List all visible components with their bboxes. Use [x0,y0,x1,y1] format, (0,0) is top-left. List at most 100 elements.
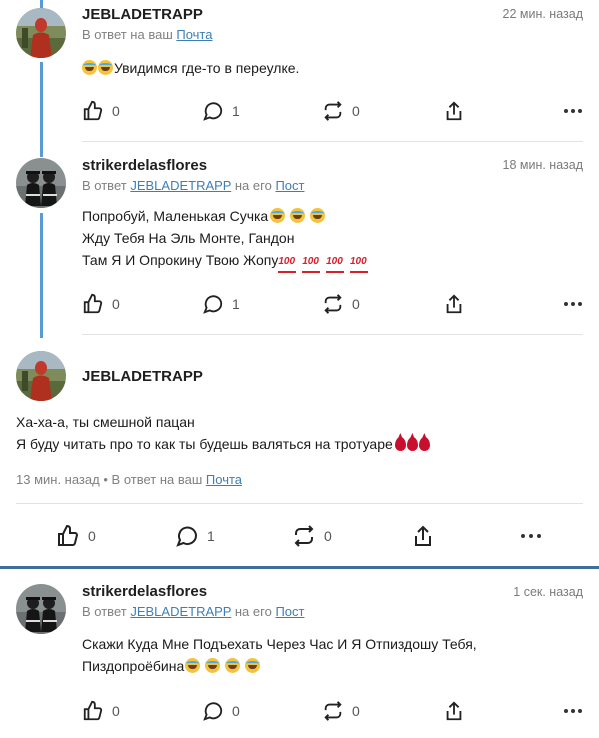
thread-line [40,213,43,338]
avatar[interactable] [16,158,66,208]
post-body: Попробуй, Маленькая Сучка Жду Тебя На Эл… [82,205,370,273]
post-line: Жду Тебя На Эль Монте, Гандон [82,230,295,246]
reply-prefix: В ответ на ваш [82,27,173,42]
post-line: Скажи Куда Мне Подъехать Через Час И Я О… [82,636,477,652]
like-button[interactable]: 0 [82,293,120,315]
repost-button[interactable]: 0 [322,100,360,122]
share-icon [415,525,431,546]
reply-prefix: В ответ [82,178,127,193]
post-actions: 0 0 0 [82,700,583,724]
laughing-crying-emoji [98,60,113,75]
reply-link[interactable]: Пост [275,604,304,619]
hundred-emoji: 100 [302,257,321,273]
avatar[interactable] [16,8,66,58]
comment-button[interactable]: 1 [175,524,215,548]
laughing-crying-emoji [82,60,97,75]
repost-button[interactable]: 0 [322,293,360,315]
avatar[interactable] [16,584,66,634]
laughing-crying-emoji [310,208,325,223]
like-count: 0 [88,528,96,544]
share-icon [446,701,462,721]
post-username[interactable]: JEBLADETRAPP [82,6,203,23]
share-button[interactable] [443,293,465,315]
more-icon [564,709,582,713]
comment-count: 1 [232,296,240,312]
comment-icon [203,102,223,121]
like-count: 0 [112,103,120,119]
reply-link[interactable]: Почта [206,472,242,487]
repost-icon [294,525,314,547]
more-button[interactable] [563,700,583,722]
post-username[interactable]: strikerdelasflores [82,157,207,174]
like-icon [58,524,79,546]
share-icon [446,101,462,121]
like-button[interactable]: 0 [82,100,120,122]
post-line: Я буду читать про то как ты будешь валят… [16,436,393,452]
post-line: Пиздопроёбина [82,658,185,674]
post-line: Ха-ха-а, ты смешной пацан [16,414,195,430]
laughing-crying-emoji [244,658,260,673]
like-count: 0 [112,703,120,719]
repost-button[interactable]: 0 [292,524,332,548]
reply-info: В ответ на ваш Почта [82,27,212,42]
laughing-crying-emoji [290,208,306,223]
comment-icon [176,526,198,547]
reply-link[interactable]: Пост [275,178,304,193]
like-icon [83,293,103,314]
post-username[interactable]: JEBLADETRAPP [82,368,203,385]
like-icon [83,100,103,121]
comment-count: 0 [232,703,240,719]
post-body: Увидимся где-то в переулке. [82,57,299,79]
thread-line [40,62,43,157]
comment-button[interactable]: 1 [202,100,240,122]
comment-icon [203,702,223,721]
comment-button[interactable]: 1 [202,293,240,315]
repost-button[interactable]: 0 [322,700,360,722]
reply-link[interactable]: Почта [176,27,212,42]
more-button[interactable] [563,100,583,122]
post-line: Попробуй, Маленькая Сучка [82,208,269,224]
post-time: 1 сек. назад [513,585,583,599]
repost-count: 0 [324,528,332,544]
comment-count: 1 [207,528,215,544]
divider [82,334,583,335]
repost-icon [324,701,342,721]
post-time: 22 мин. назад [502,7,584,21]
comment-button[interactable]: 0 [202,700,240,722]
reply-user-link[interactable]: JEBLADETRAPP [130,178,231,193]
more-icon [564,109,582,113]
like-count: 0 [112,296,120,312]
post-body: Скажи Куда Мне Подъехать Через Час И Я О… [82,633,477,677]
share-button[interactable] [411,524,435,548]
laughing-crying-emoji [225,658,241,673]
share-button[interactable] [443,700,465,722]
share-button[interactable] [443,100,465,122]
reply-user-link[interactable]: JEBLADETRAPP [130,604,231,619]
laughing-crying-emoji [185,658,201,673]
reply-prefix: В ответ на ваш [111,472,203,487]
post-username[interactable]: strikerdelasflores [82,583,207,600]
divider [16,503,583,504]
repost-count: 0 [352,296,360,312]
blood-drop-emoji [406,437,418,451]
post-time: 13 мин. назад [16,472,100,487]
like-button[interactable]: 0 [82,700,120,722]
reply-separator-bar [0,566,599,569]
laughing-crying-emoji [270,208,286,223]
like-button[interactable]: 0 [56,524,96,548]
reply-mid: на его [234,604,272,619]
blood-drop-emoji [418,437,430,451]
more-icon [521,534,541,538]
more-button[interactable] [563,293,583,315]
blood-drop-emoji [394,437,406,451]
more-icon [564,302,582,306]
hundred-emoji: 100 [326,257,345,273]
avatar[interactable] [16,351,66,401]
repost-count: 0 [352,703,360,719]
share-icon [446,294,462,314]
post-actions: 0 1 0 [82,293,583,317]
laughing-crying-emoji [205,658,221,673]
post-line: Увидимся где-то в переулке. [114,60,300,76]
more-button[interactable] [520,524,542,548]
divider [82,141,583,142]
